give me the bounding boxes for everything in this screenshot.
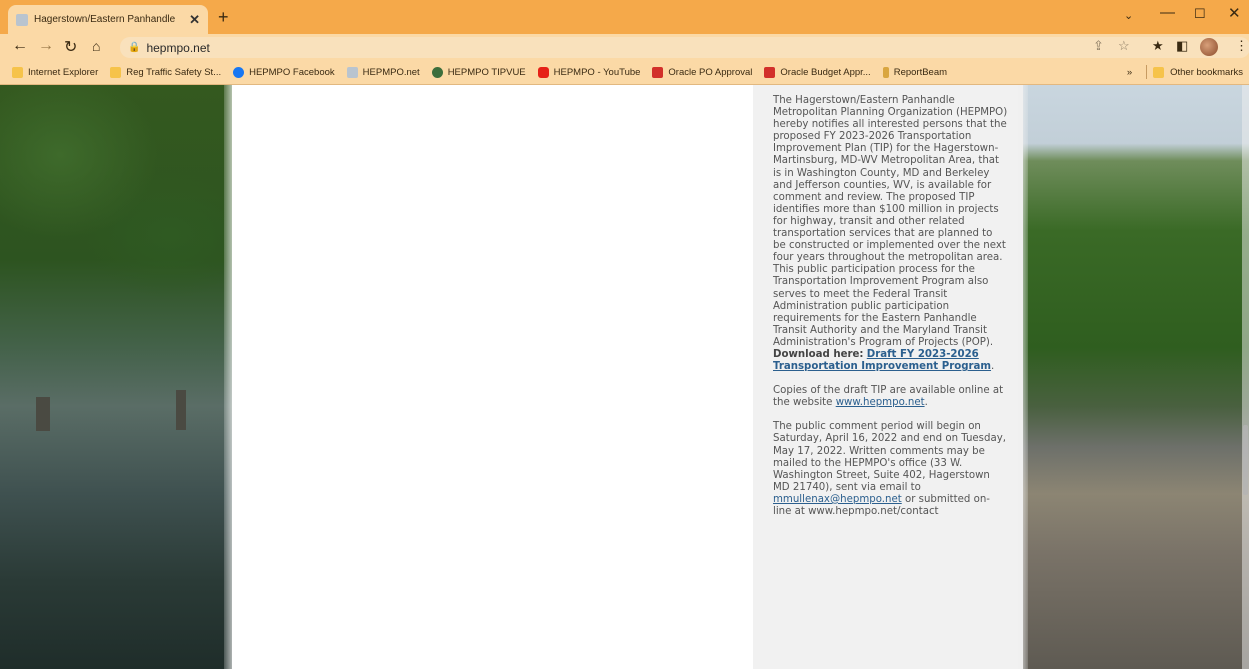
copies-paragraph: Copies of the draft TIP are available on… (773, 385, 1004, 409)
comment-period-paragraph: The public comment period will begin on … (773, 421, 1006, 517)
oracle-icon (652, 67, 664, 78)
site-favicon-icon (16, 13, 28, 26)
river-pier (176, 390, 186, 430)
bookmark-label: HEPMPO.net (362, 67, 420, 78)
website-link[interactable]: www.hepmpo.net (836, 397, 925, 408)
bookmark-item[interactable]: Oracle Budget Appr... (764, 67, 871, 78)
bookmark-label: HEPMPO TIPVUE (447, 67, 526, 78)
reportbeam-icon (882, 67, 889, 78)
menu-icon[interactable]: ⋮ (1235, 38, 1248, 54)
bookmark-label: Internet Explorer (28, 67, 99, 78)
web-page: The Hagerstown/Eastern Panhandle Metropo… (0, 85, 1249, 669)
extensions-icon[interactable]: ★ (1152, 38, 1164, 54)
background-photo-left (0, 85, 240, 669)
share-icon[interactable]: ⇪ (1093, 38, 1104, 54)
reload-icon[interactable]: ↻ (64, 37, 77, 57)
profile-avatar[interactable] (1200, 38, 1218, 56)
url-text: hepmpo.net (146, 40, 210, 55)
folder-icon (12, 67, 23, 78)
address-bar[interactable]: 🔒 hepmpo.net (120, 37, 1249, 58)
side-panel-icon[interactable]: ◧ (1176, 38, 1188, 54)
globe-icon (431, 67, 443, 78)
facebook-icon (233, 67, 245, 78)
close-window-button[interactable]: ✕ (1228, 4, 1241, 22)
folder-icon (1153, 66, 1165, 78)
folder-icon (110, 67, 122, 78)
site-icon (346, 67, 358, 78)
column-edge (224, 85, 236, 669)
minimize-button[interactable]: — (1160, 4, 1175, 21)
bookmark-star-icon[interactable]: ☆ (1118, 38, 1130, 54)
bookmark-label: Oracle Budget Appr... (780, 67, 871, 78)
tab-strip: Hagerstown/Eastern Panhandle ✕ + ⌄ — ☐ ✕ (0, 0, 1249, 34)
bookmark-label: ReportBeam (893, 67, 948, 78)
browser-toolbar: ← → ↻ ⌂ 🔒 hepmpo.net ⇪ ☆ ★ ◧ ⋮ (0, 34, 1249, 61)
bookmark-label: HEPMPO Facebook (249, 67, 335, 78)
bookmark-item[interactable]: HEPMPO Facebook (233, 67, 335, 78)
maximize-button[interactable]: ☐ (1194, 6, 1206, 22)
bookmark-item[interactable]: HEPMPO TIPVUE (431, 67, 526, 78)
bookmark-item[interactable]: Internet Explorer (12, 67, 98, 78)
close-tab-icon[interactable]: ✕ (189, 12, 200, 28)
browser-tab[interactable]: Hagerstown/Eastern Panhandle ✕ (8, 5, 208, 34)
email-link[interactable]: mmullenax@hepmpo.net (773, 494, 902, 505)
bookmark-label: Reg Traffic Safety St... (126, 67, 222, 78)
tip-notice: The Hagerstown/Eastern Panhandle Metropo… (773, 95, 1008, 530)
scrollbar-thumb[interactable] (1243, 425, 1248, 495)
back-icon[interactable]: ← (12, 37, 28, 55)
new-tab-button[interactable]: + (218, 7, 229, 28)
tab-search-chevron-icon[interactable]: ⌄ (1124, 9, 1133, 22)
bookmark-label: HEPMPO - YouTube (553, 67, 641, 78)
notice-paragraph: The Hagerstown/Eastern Panhandle Metropo… (773, 95, 1008, 373)
tab-title: Hagerstown/Eastern Panhandle (34, 14, 176, 25)
oracle-icon (764, 67, 776, 78)
bookmark-item[interactable]: Oracle PO Approval (652, 67, 752, 78)
bookmark-item[interactable]: HEPMPO - YouTube (537, 67, 641, 78)
bookmark-item[interactable]: HEPMPO.net (346, 67, 420, 78)
download-label: Download here: (773, 348, 864, 360)
youtube-icon (537, 67, 549, 78)
background-photo-right (1010, 85, 1249, 669)
scrollbar[interactable] (1242, 85, 1249, 669)
other-bookmarks[interactable]: Other bookmarks (1170, 67, 1243, 78)
river-pier (36, 397, 50, 431)
bookmarks-bar: Internet Explorer Reg Traffic Safety St.… (0, 61, 1249, 85)
bookmark-item[interactable]: ReportBeam (882, 67, 948, 78)
forward-icon[interactable]: → (38, 37, 54, 55)
bookmark-label: Oracle PO Approval (668, 67, 753, 78)
more-bookmarks-icon[interactable]: » (1127, 67, 1132, 78)
bookmark-item[interactable]: Reg Traffic Safety St... (110, 67, 221, 78)
column-edge (1018, 85, 1028, 669)
home-icon[interactable]: ⌂ (92, 38, 100, 54)
bookmark-separator (1146, 65, 1148, 79)
lock-icon[interactable]: 🔒 (128, 42, 140, 53)
